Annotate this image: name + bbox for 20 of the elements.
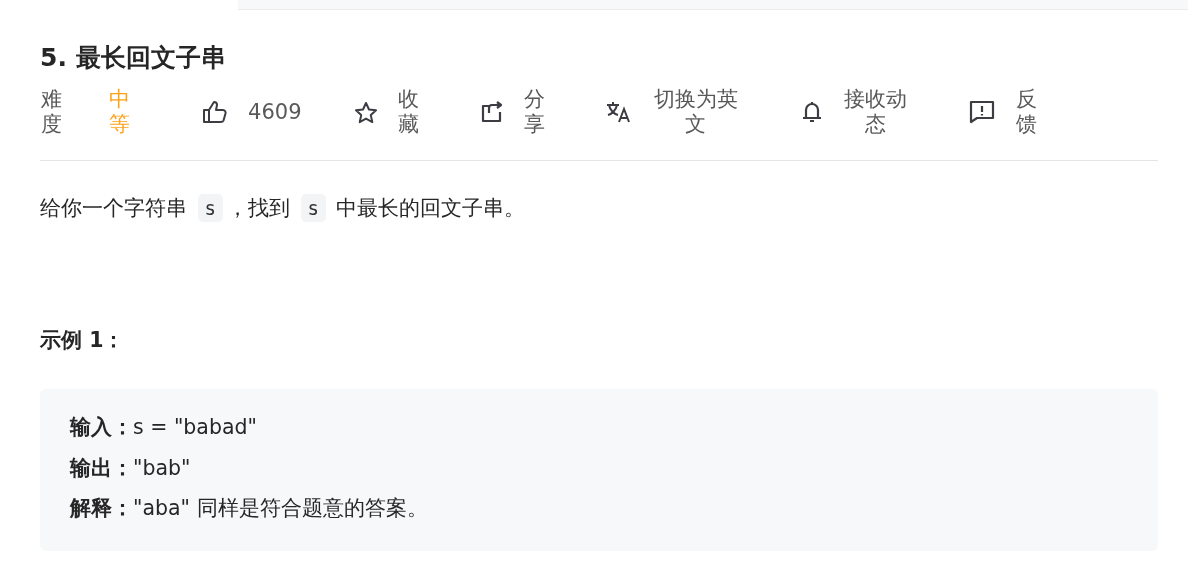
feedback-icon (969, 100, 995, 124)
example-heading: 示例 1： (40, 327, 126, 354)
example-line: 输入：s = "babad" (70, 414, 258, 441)
problem-description: 给你一个字符串 s ，找到 s 中最长的回文子串。 (40, 193, 527, 224)
example-line: 解释："aba" 同样是符合题意的答案。 (70, 495, 429, 522)
share-icon (479, 101, 504, 123)
feedback-button[interactable]: 反馈 (969, 87, 1038, 137)
favorite-button[interactable]: 收藏 (353, 87, 420, 137)
example-line: 输出："bab" (70, 454, 192, 482)
thumbs-up-icon (202, 100, 229, 124)
difficulty-label: 难度 (40, 87, 63, 137)
translate-button[interactable]: 切换为英文 (605, 87, 740, 137)
share-button[interactable]: 分享 (479, 87, 546, 137)
difficulty-value: 中等 (108, 87, 131, 137)
star-icon (353, 100, 378, 124)
like-button[interactable]: 4609 (202, 99, 302, 125)
translate-icon (605, 100, 632, 124)
subscribe-button[interactable]: 接收动态 (801, 87, 909, 137)
bell-icon (801, 100, 822, 124)
problem-title: 5. 最长回文子串 (40, 42, 226, 74)
